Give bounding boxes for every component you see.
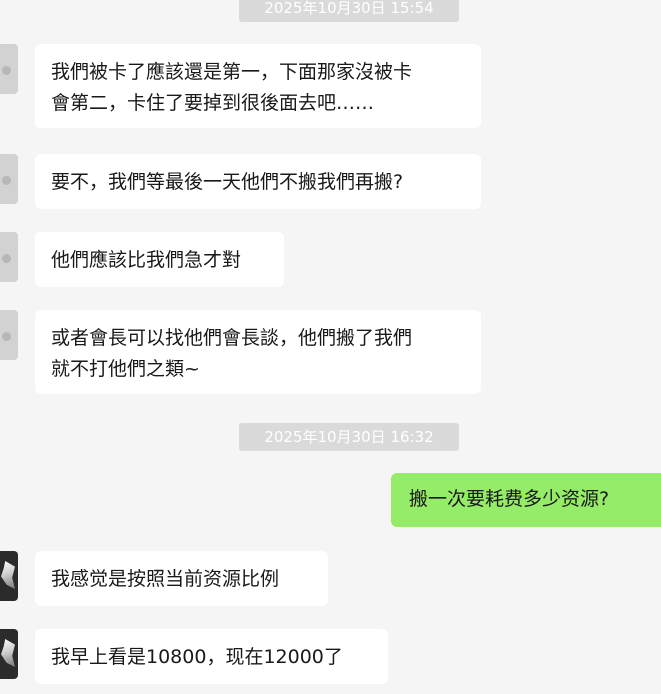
avatar[interactable]	[0, 629, 18, 679]
timestamp: 2025年10月30日 16:32	[239, 423, 459, 451]
message-text: 要不，我們等最後一天他們不搬我們再搬?	[51, 171, 404, 193]
avatar[interactable]	[0, 44, 18, 94]
avatar[interactable]	[0, 310, 18, 360]
message-bubble[interactable]: 我們被卡了應該還是第一，下面那家沒被卡 會第二，卡住了要掉到很後面去吧……	[35, 44, 481, 128]
message-bubble-outgoing[interactable]: 搬一次要耗费多少资源?	[391, 473, 661, 527]
message-bubble[interactable]: 要不，我們等最後一天他們不搬我們再搬?	[35, 154, 481, 209]
message-text: 或者會長可以找他們會長談，他們搬了我們	[51, 327, 413, 349]
avatar[interactable]	[0, 551, 18, 601]
avatar[interactable]	[0, 232, 18, 282]
message-text: 搬一次要耗费多少资源?	[409, 488, 610, 510]
message-text: 我早上看是10800，现在12000了	[51, 646, 343, 668]
message-text: 他們應該比我們急才對	[51, 249, 242, 271]
avatar[interactable]	[0, 154, 18, 204]
message-bubble[interactable]: 我感觉是按照当前资源比例	[35, 551, 328, 606]
message-text: 就不打他們之類~	[51, 358, 200, 380]
message-text: 我們被卡了應該還是第一，下面那家沒被卡	[51, 61, 413, 83]
message-bubble[interactable]: 他們應該比我們急才對	[35, 232, 284, 287]
message-bubble[interactable]: 或者會長可以找他們會長談，他們搬了我們 就不打他們之類~	[35, 310, 481, 394]
message-bubble[interactable]: 我早上看是10800，现在12000了	[35, 629, 388, 684]
timestamp: 2025年10月30日 15:54	[239, 0, 459, 22]
message-text: 我感觉是按照当前资源比例	[51, 568, 280, 590]
message-text: 會第二，卡住了要掉到很後面去吧……	[51, 92, 375, 114]
